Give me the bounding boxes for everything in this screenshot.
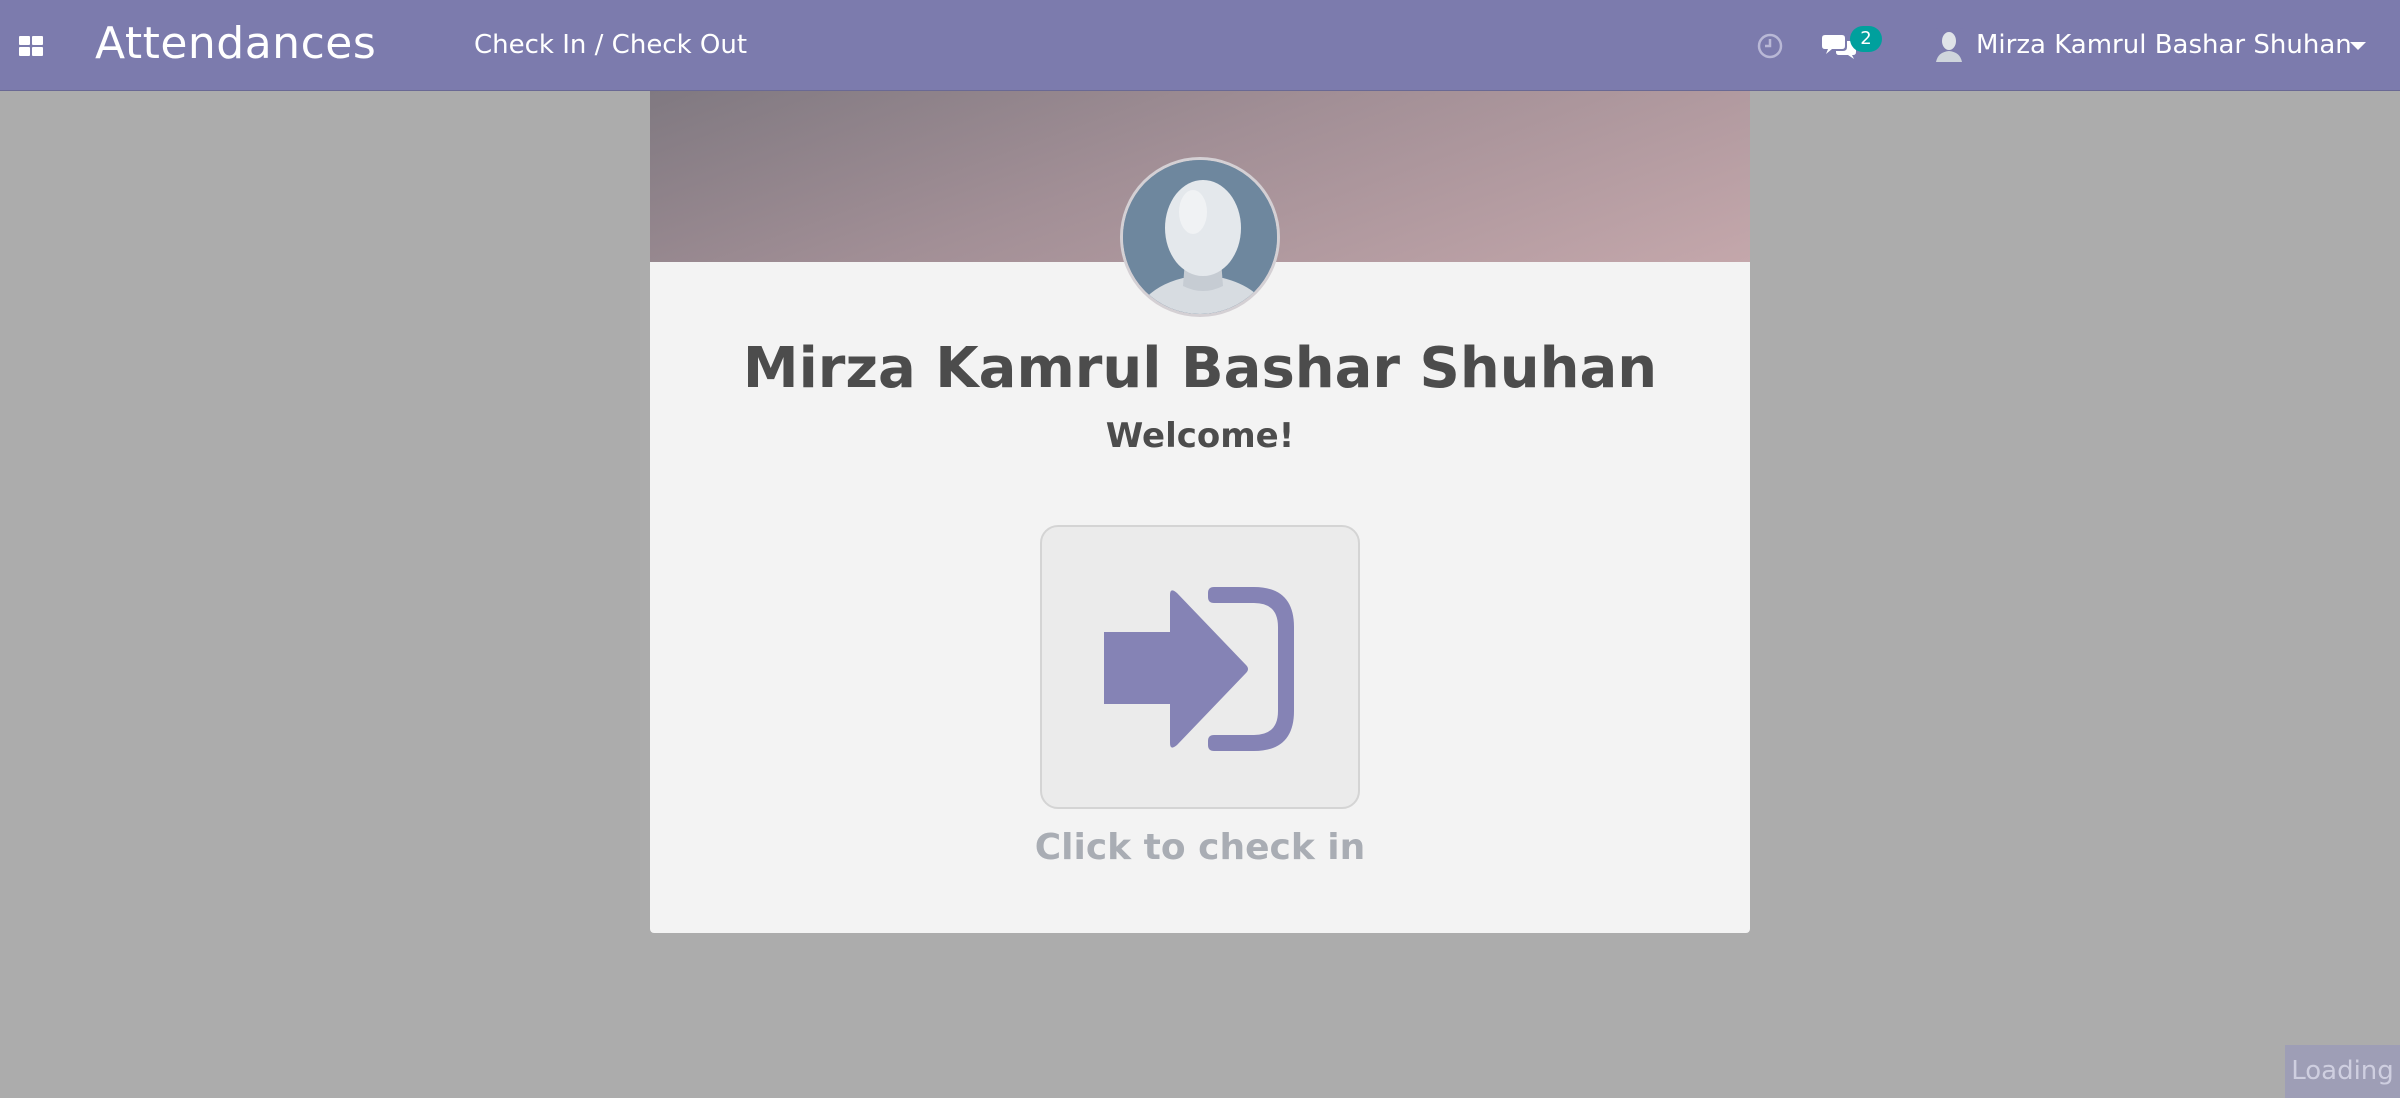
check-in-button[interactable]	[1040, 525, 1360, 809]
clock-icon[interactable]	[1755, 31, 1785, 61]
attendance-card: Mirza Kamrul Bashar Shuhan Welcome! Clic…	[650, 91, 1750, 933]
top-navbar: Attendances Check In / Check Out 2 Mirza…	[0, 0, 2400, 91]
welcome-message: Welcome!	[1105, 416, 1295, 456]
check-in-label: Click to check in	[1034, 827, 1366, 868]
chevron-down-icon[interactable]	[2350, 42, 2366, 50]
user-menu-name[interactable]: Mirza Kamrul Bashar Shuhan	[1976, 30, 2352, 60]
menu-check-in-out[interactable]: Check In / Check Out	[474, 30, 747, 60]
employee-name: Mirza Kamrul Bashar Shuhan	[742, 336, 1658, 401]
messages-count-badge: 2	[1850, 26, 1882, 52]
user-avatar-icon[interactable]	[1934, 28, 1964, 62]
app-brand[interactable]: Attendances	[95, 18, 376, 69]
sign-in-icon	[1104, 587, 1294, 751]
employee-avatar	[1120, 157, 1280, 317]
loading-indicator: Loading	[2285, 1045, 2400, 1098]
grid-icon[interactable]	[19, 36, 43, 56]
